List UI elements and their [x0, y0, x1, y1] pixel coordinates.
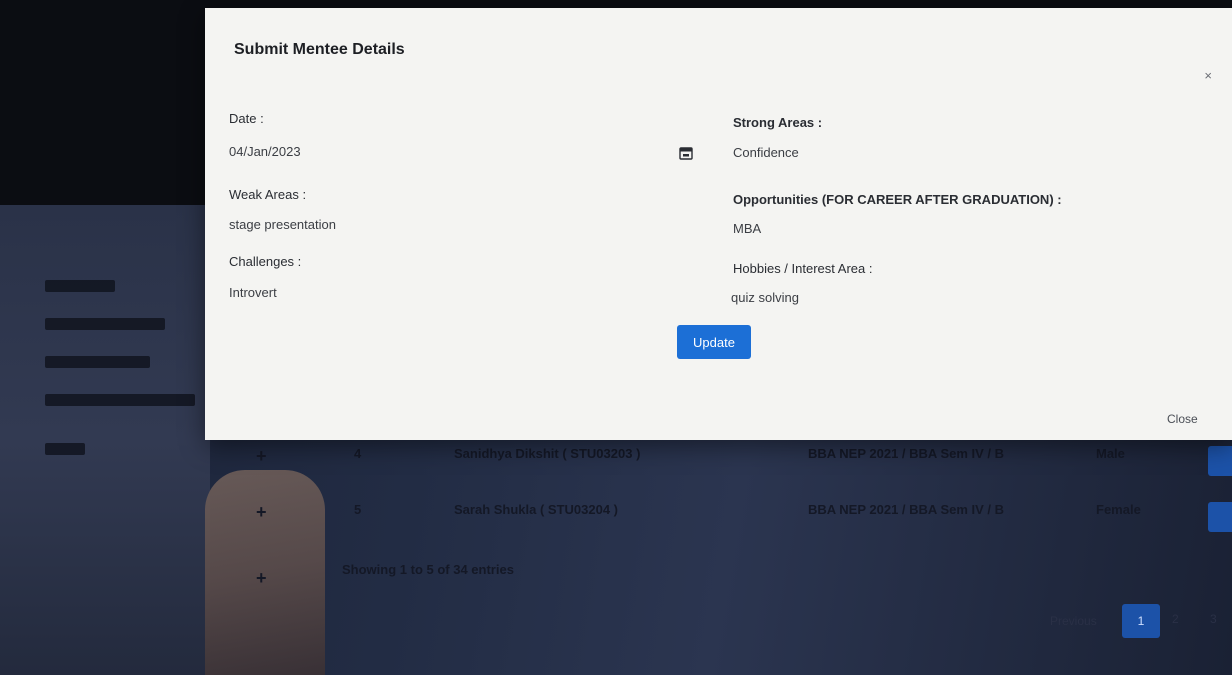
opportunities-label: Opportunities (FOR CAREER AFTER GRADUATI…	[733, 192, 1062, 207]
hobbies-field[interactable]	[731, 290, 1051, 305]
sidebar	[0, 205, 210, 675]
date-field[interactable]	[229, 144, 549, 159]
close-icon[interactable]: ×	[1204, 68, 1212, 83]
table-row: + 5 Sarah Shukla ( STU03204 ) BBA NEP 20…	[240, 502, 1232, 542]
row-number: 5	[354, 502, 362, 517]
student-name: Sarah Shukla ( STU03204 )	[454, 502, 619, 517]
sidebar-item[interactable]	[45, 280, 115, 294]
calendar-icon[interactable]	[679, 146, 693, 160]
pagination-page-1[interactable]: 1	[1122, 604, 1160, 638]
pagination-page-3[interactable]: 3	[1210, 612, 1217, 626]
hobbies-label: Hobbies / Interest Area :	[733, 261, 873, 276]
row-number: 4	[354, 446, 362, 461]
student-gender: Female	[1096, 502, 1141, 517]
screen: + 4 Sanidhya Dikshit ( STU03203 ) BBA NE…	[0, 0, 1232, 675]
pagination-previous[interactable]: Previous	[1050, 614, 1097, 628]
expand-row-button[interactable]: +	[256, 568, 267, 589]
challenges-label: Challenges :	[229, 254, 302, 269]
strong-areas-field[interactable]	[733, 145, 1053, 160]
sidebar-item[interactable]	[45, 443, 85, 457]
student-gender: Male	[1096, 446, 1125, 461]
close-button[interactable]: Close	[1167, 412, 1198, 426]
challenges-field[interactable]	[229, 285, 549, 300]
sidebar-item[interactable]	[45, 394, 195, 408]
weak-areas-label: Weak Areas :	[229, 187, 307, 202]
expand-row-button[interactable]: +	[256, 446, 267, 467]
student-class: BBA NEP 2021 / BBA Sem IV / B	[808, 502, 1005, 517]
update-button[interactable]: Update	[677, 325, 751, 359]
modal-title: Submit Mentee Details	[234, 41, 405, 58]
sidebar-item[interactable]	[45, 356, 150, 370]
table-row: + 4 Sanidhya Dikshit ( STU03203 ) BBA NE…	[240, 446, 1232, 486]
student-class: BBA NEP 2021 / BBA Sem IV / B	[808, 446, 1005, 461]
row-action-button[interactable]	[1208, 446, 1232, 476]
pagination-page-2[interactable]: 2	[1172, 612, 1179, 626]
date-label: Date :	[229, 111, 264, 126]
student-name: Sanidhya Dikshit ( STU03203 )	[454, 446, 641, 461]
expand-row-button[interactable]: +	[256, 502, 267, 523]
submit-mentee-modal: Submit Mentee Details × Date : Weak Area…	[205, 8, 1232, 440]
row-action-button[interactable]	[1208, 502, 1232, 532]
weak-areas-field[interactable]	[229, 217, 549, 232]
opportunities-field[interactable]	[733, 221, 1053, 236]
sidebar-item[interactable]	[45, 318, 165, 332]
strong-areas-label: Strong Areas :	[733, 115, 823, 130]
table-info: Showing 1 to 5 of 34 entries	[342, 562, 514, 577]
